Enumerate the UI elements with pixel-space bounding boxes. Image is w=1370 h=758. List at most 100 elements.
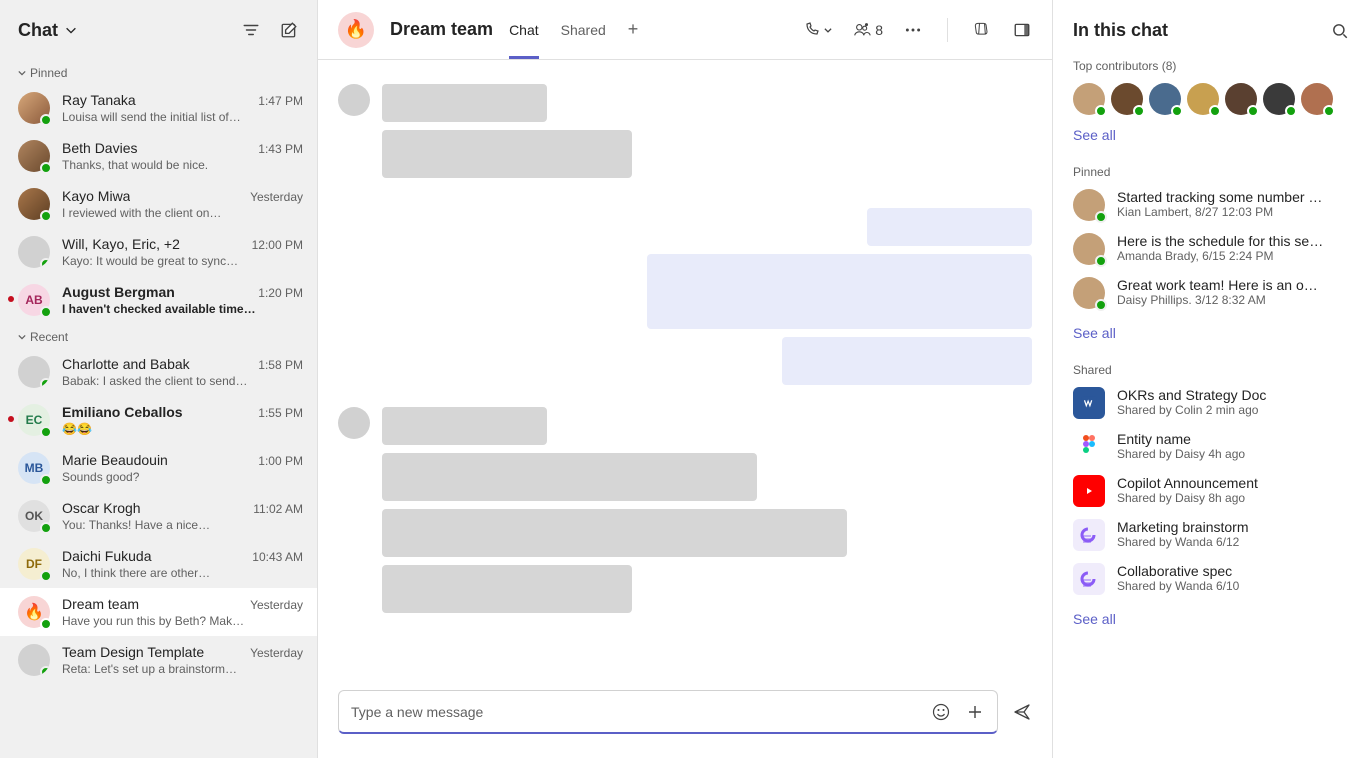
chat-item-name: Ray Tanaka [62,92,136,108]
chat-item-preview: Babak: I asked the client to send… [62,374,303,388]
chat-item-name: Emiliano Ceballos [62,404,183,420]
send-button[interactable] [1012,702,1032,722]
people-icon [853,21,871,39]
contributor-avatar[interactable] [1149,83,1181,115]
chat-item-time: 1:00 PM [258,454,303,468]
contributor-avatar[interactable] [1073,83,1105,115]
chat-list-item[interactable]: Charlotte and Babak1:58 PMBabak: I asked… [0,348,317,396]
see-all-pinned[interactable]: See all [1073,325,1116,341]
contributor-avatar[interactable] [1187,83,1219,115]
contributors-label: Top contributors (8) [1073,59,1350,73]
shared-title: OKRs and Strategy Doc [1117,387,1266,403]
sidebar-header: Chat [0,0,317,60]
sidebar-title-text: Chat [18,20,58,41]
chat-dropdown[interactable]: Chat [18,20,78,41]
chat-list-item[interactable]: Will, Kayo, Eric, +212:00 PMKayo: It wou… [0,228,317,276]
compose-box[interactable] [338,690,998,734]
chat-item-name: Dream team [62,596,139,612]
message-avatar [338,84,370,116]
chat-list-item[interactable]: Kayo MiwaYesterdayI reviewed with the cl… [0,180,317,228]
pinned-message[interactable]: Started tracking some number …Kian Lambe… [1073,189,1350,221]
see-all-contributors[interactable]: See all [1073,127,1116,143]
attach-button[interactable] [965,702,985,722]
shared-files-list: OKRs and Strategy DocShared by Colin 2 m… [1073,387,1350,595]
chat-item-time: 1:20 PM [258,286,303,300]
message-bubble[interactable] [382,84,547,122]
shared-file[interactable]: Entity nameShared by Daisy 4h ago [1073,431,1350,463]
participant-count: 8 [875,22,883,38]
chat-list-item[interactable]: Team Design TemplateYesterdayReta: Let's… [0,636,317,684]
shared-file[interactable]: Collaborative specShared by Wanda 6/10 [1073,563,1350,595]
tab-chat[interactable]: Chat [509,0,539,59]
shared-title: Copilot Announcement [1117,475,1258,491]
message-bubble[interactable] [782,337,1032,385]
divider [947,18,948,42]
tab-shared[interactable]: Shared [561,0,606,59]
contributor-avatar[interactable] [1301,83,1333,115]
chat-item-time: Yesterday [250,646,303,660]
section-label-recent[interactable]: Recent [0,324,317,348]
unread-indicator [8,296,14,302]
call-button[interactable] [803,20,833,40]
chat-item-name: Will, Kayo, Eric, +2 [62,236,180,252]
message-bubble[interactable] [382,565,632,613]
avatar [18,140,50,172]
panel-search-button[interactable] [1330,21,1350,41]
message-input[interactable] [351,704,917,720]
pinned-messages-list: Started tracking some number …Kian Lambe… [1073,189,1350,309]
chat-list-item[interactable]: 🔥Dream teamYesterdayHave you run this by… [0,588,317,636]
add-tab-button[interactable]: + [628,0,639,59]
chat-list-item[interactable]: MBMarie Beaudouin1:00 PMSounds good? [0,444,317,492]
shared-file[interactable]: Copilot AnnouncementShared by Daisy 8h a… [1073,475,1350,507]
contributor-avatar[interactable] [1111,83,1143,115]
avatar [18,188,50,220]
chat-item-time: 11:02 AM [253,502,303,516]
message-avatar [338,407,370,439]
avatar: 🔥 [18,596,50,628]
chat-main: 🔥 Dream team ChatShared+ 8 [318,0,1052,758]
avatar [1073,277,1105,309]
loop-icon [1073,563,1105,595]
message-bubble[interactable] [382,130,632,178]
shared-file[interactable]: Marketing brainstormShared by Wanda 6/12 [1073,519,1350,551]
chat-list-item[interactable]: DFDaichi Fukuda10:43 AMNo, I think there… [0,540,317,588]
more-options-button[interactable] [903,20,923,40]
chat-item-time: 1:58 PM [258,358,303,372]
new-chat-icon[interactable] [279,20,299,40]
filter-icon[interactable] [241,20,261,40]
emoji-button[interactable] [931,702,951,722]
chat-list-item[interactable]: Ray Tanaka1:47 PMLouisa will send the in… [0,84,317,132]
message-bubble[interactable] [382,453,757,501]
open-panel-button[interactable] [1012,20,1032,40]
see-all-shared[interactable]: See all [1073,611,1116,627]
message-bubble[interactable] [867,208,1032,246]
message-bubble[interactable] [382,407,547,445]
chat-list-item[interactable]: ABAugust Bergman1:20 PMI haven't checked… [0,276,317,324]
pinned-message[interactable]: Here is the schedule for this se…Amanda … [1073,233,1350,265]
chat-header-actions: 8 [803,18,1032,42]
section-label-pinned[interactable]: Pinned [0,60,317,84]
chat-item-time: 1:55 PM [258,406,303,420]
message-area[interactable] [318,60,1052,678]
chat-item-name: August Bergman [62,284,175,300]
shared-title: Collaborative spec [1117,563,1239,579]
contributor-avatar[interactable] [1263,83,1295,115]
loop-icon [1073,519,1105,551]
chat-item-preview: Reta: Let's set up a brainstorm… [62,662,303,676]
contributor-avatar[interactable] [1225,83,1257,115]
copilot-button[interactable] [972,20,992,40]
message-bubble[interactable] [382,509,847,557]
chat-list[interactable]: PinnedRay Tanaka1:47 PMLouisa will send … [0,60,317,758]
message-bubble[interactable] [647,254,1032,329]
shared-section-label: Shared [1073,363,1350,377]
chat-list-item[interactable]: ECEmiliano Ceballos1:55 PM😂😂 [0,396,317,444]
chat-list-item[interactable]: Beth Davies1:43 PMThanks, that would be … [0,132,317,180]
shared-file[interactable]: OKRs and Strategy DocShared by Colin 2 m… [1073,387,1350,419]
participants-button[interactable]: 8 [853,20,883,40]
avatar [1073,189,1105,221]
caret-icon [18,333,26,341]
pinned-message[interactable]: Great work team! Here is an o…Daisy Phil… [1073,277,1350,309]
chat-avatar: 🔥 [338,12,374,48]
chat-list-item[interactable]: OKOscar Krogh11:02 AMYou: Thanks! Have a… [0,492,317,540]
chat-item-preview: Louisa will send the initial list of… [62,110,303,124]
